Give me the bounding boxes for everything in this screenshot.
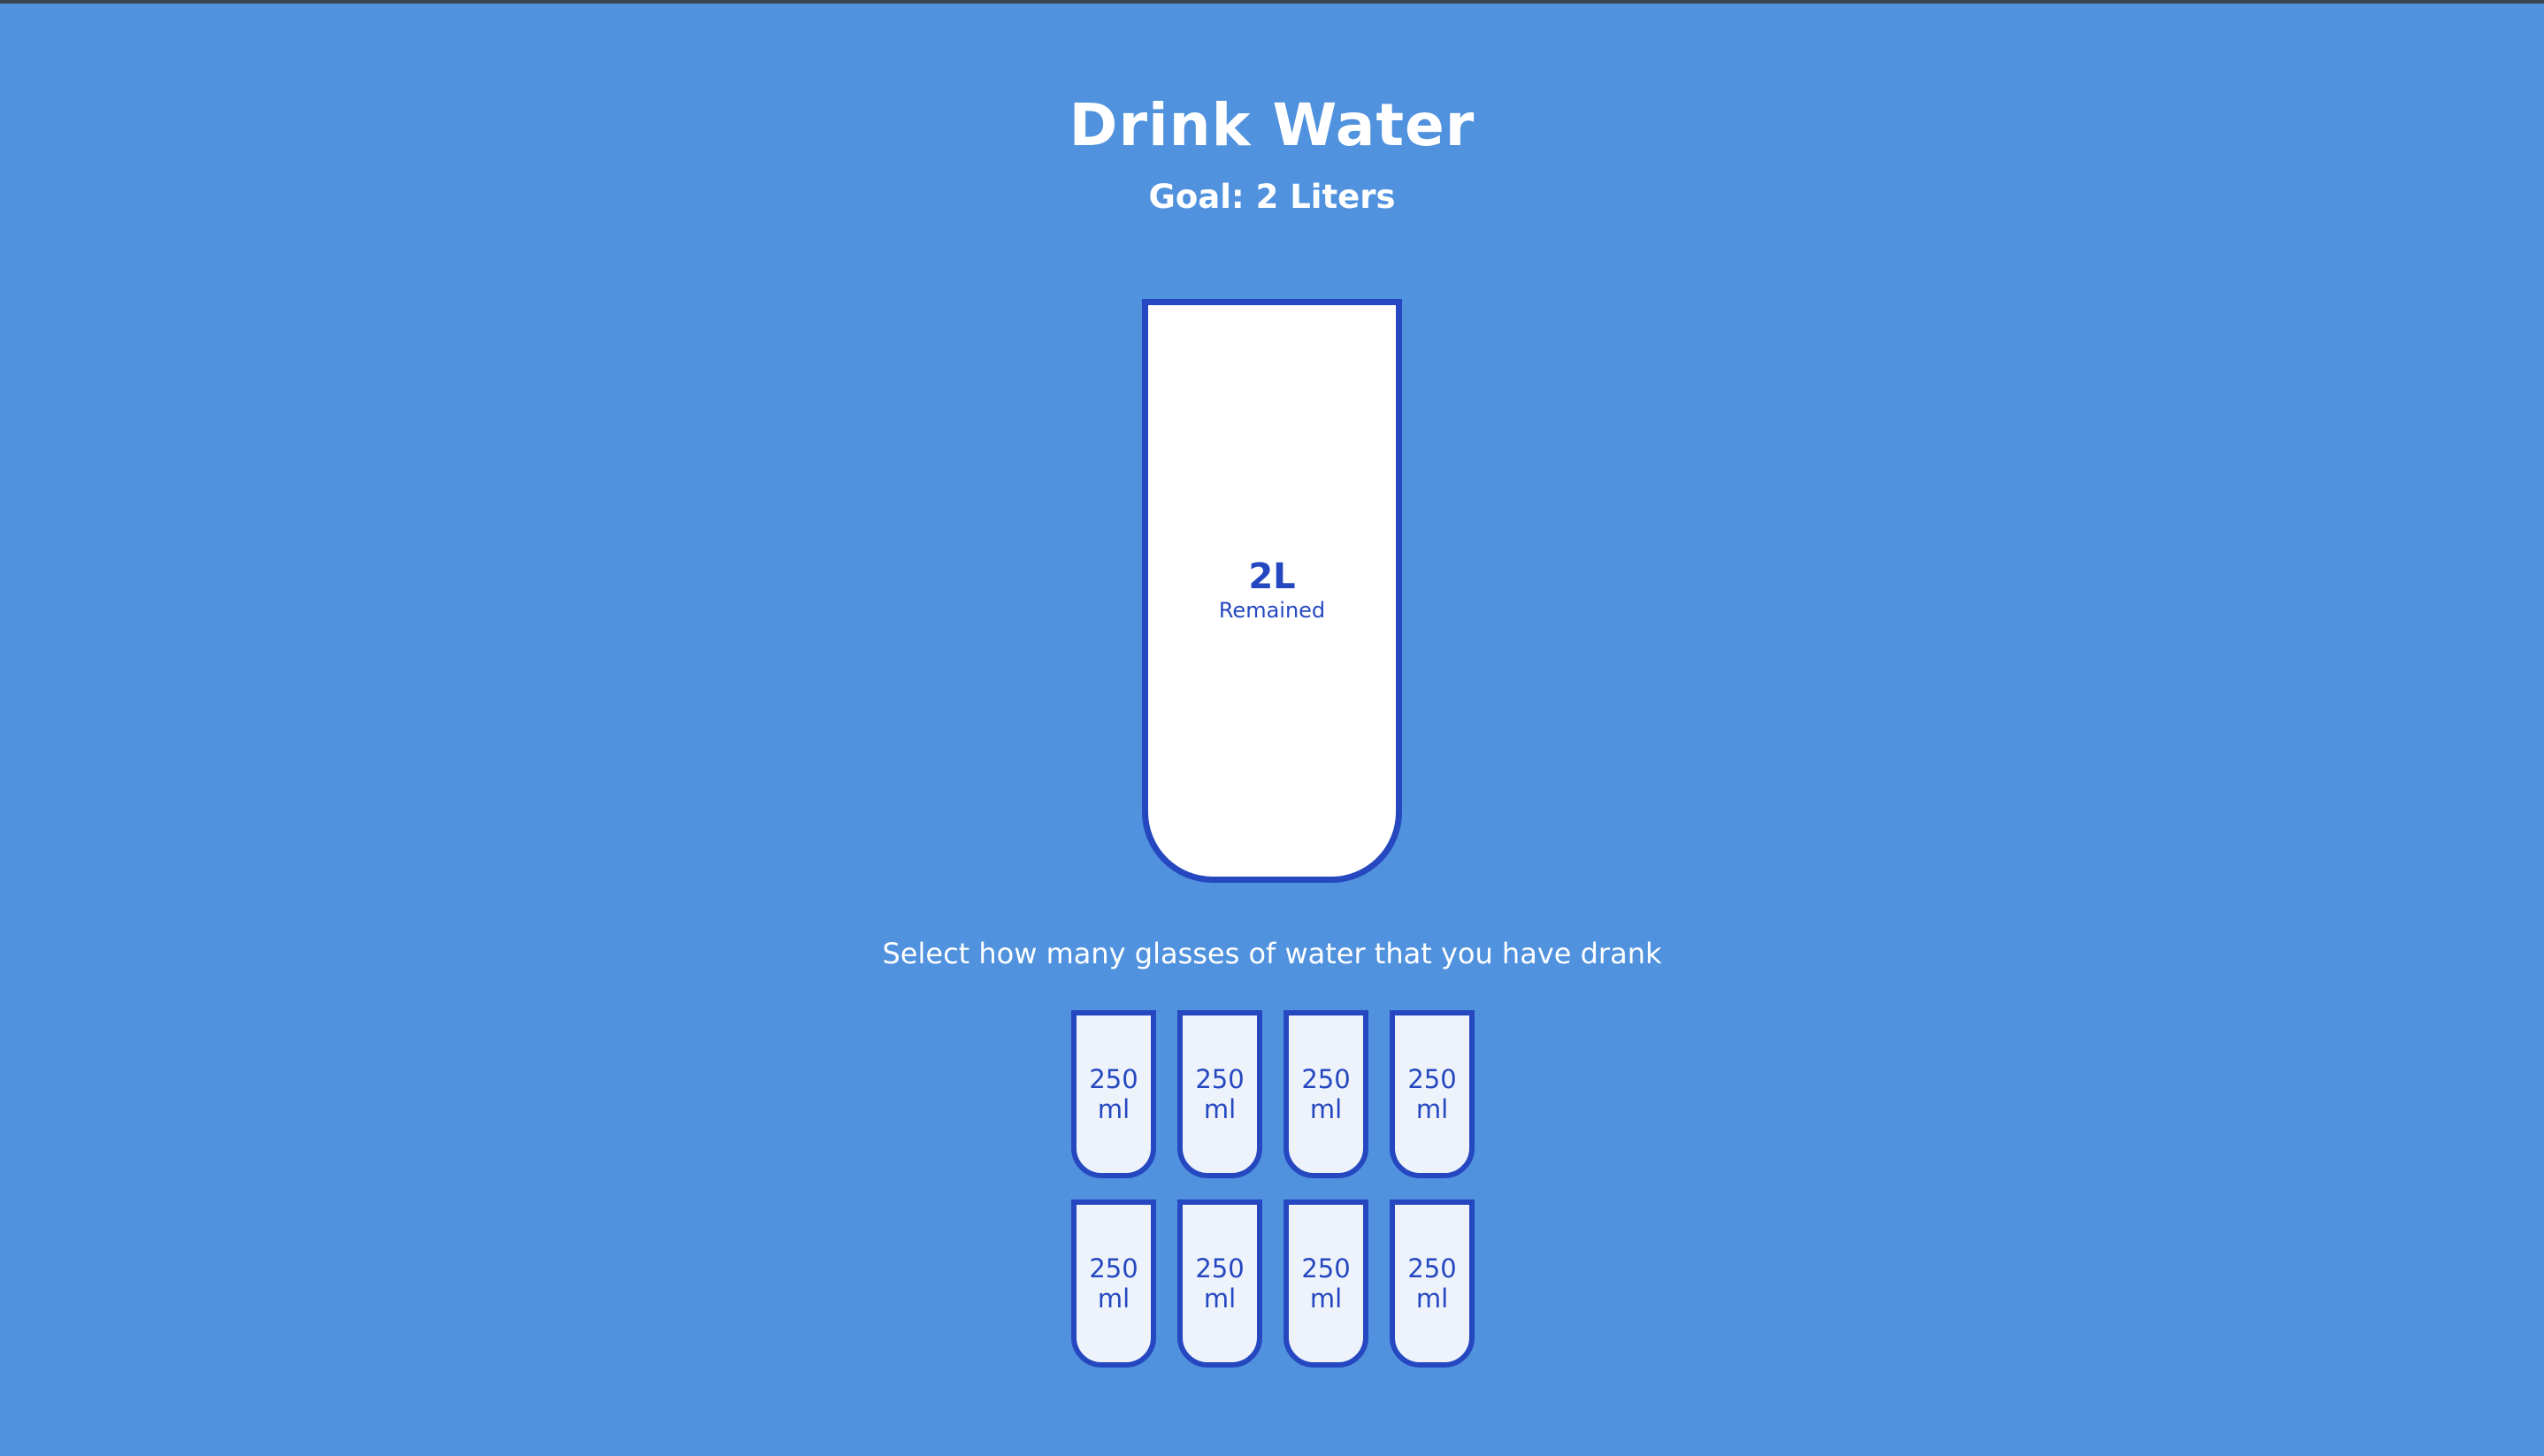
big-cup: 2L Remained [1142,299,1402,883]
cup-unit: ml [1415,1284,1449,1314]
cup-unit: ml [1203,1094,1237,1124]
cup-unit: ml [1415,1094,1449,1124]
cup-amount: 250 [1407,1253,1457,1284]
goal-subtitle: Goal: 2 Liters [1148,178,1396,216]
instruction-text: Select how many glasses of water that yo… [882,937,1662,970]
cup-unit: ml [1097,1094,1130,1124]
cup-amount: 250 [1195,1064,1245,1094]
cup-unit: ml [1309,1094,1343,1124]
small-cup-4[interactable]: 250 ml [1390,1010,1475,1178]
small-cup-6[interactable]: 250 ml [1177,1199,1262,1368]
small-cups-grid: 250 ml 250 ml 250 ml 250 ml 250 ml 250 ml 250 m… [1071,1010,1475,1368]
cup-unit: ml [1203,1284,1237,1314]
small-cup-7[interactable]: 250 ml [1283,1199,1368,1368]
remained-label: Remained [1218,598,1326,623]
cup-amount: 250 [1089,1064,1138,1094]
cup-amount: 250 [1301,1064,1351,1094]
cup-amount: 250 [1407,1064,1457,1094]
small-cup-1[interactable]: 250 ml [1071,1010,1156,1178]
small-cup-2[interactable]: 250 ml [1177,1010,1262,1178]
cup-amount: 250 [1301,1253,1351,1284]
remained-amount: 2L [1248,556,1296,597]
cup-amount: 250 [1195,1253,1245,1284]
small-cup-5[interactable]: 250 ml [1071,1199,1156,1368]
small-cup-8[interactable]: 250 ml [1390,1199,1475,1368]
cup-amount: 250 [1089,1253,1138,1284]
cup-unit: ml [1309,1284,1343,1314]
cup-unit: ml [1097,1284,1130,1314]
page-title: Drink Water [1069,91,1475,159]
drink-water-app: Drink Water Goal: 2 Liters 2L Remained S… [0,0,2544,1456]
small-cup-3[interactable]: 250 ml [1283,1010,1368,1178]
